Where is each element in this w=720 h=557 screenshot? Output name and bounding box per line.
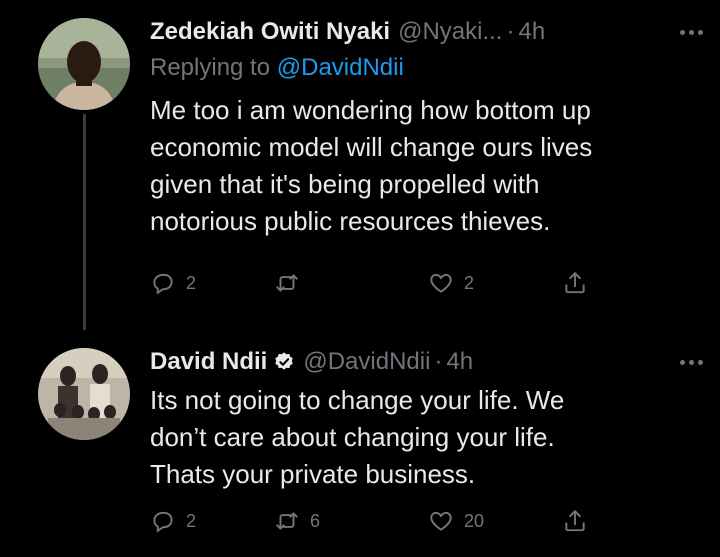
retweet-icon xyxy=(276,274,298,292)
separator-dot: · xyxy=(434,348,443,375)
avatar[interactable] xyxy=(38,18,130,110)
tweet-header: Zedekiah Owiti Nyaki @Nyaki... · 4h xyxy=(150,14,696,50)
retweet-button[interactable] xyxy=(274,268,310,298)
tweet-timestamp[interactable]: 4h xyxy=(446,348,473,376)
author-name[interactable]: Zedekiah Owiti Nyaki xyxy=(150,18,390,46)
share-button[interactable] xyxy=(562,268,588,298)
author-handle[interactable]: @DavidNdii xyxy=(303,348,430,376)
tweet-text: Me too i am wondering how bottom up econ… xyxy=(150,92,660,240)
retweet-count: 6 xyxy=(310,510,321,531)
heart-icon xyxy=(430,511,452,531)
tweet-actions: 2 6 20 xyxy=(150,506,590,536)
tweet-text-line: Thats your private business. xyxy=(150,459,476,489)
tweet-header: David Ndii @DavidNdii · 4h xyxy=(150,344,696,380)
like-count: 2 xyxy=(464,272,475,293)
share-icon xyxy=(565,510,585,532)
tweet-reply[interactable]: Zedekiah Owiti Nyaki @Nyaki... · 4h Repl… xyxy=(0,0,720,330)
more-dots-icon[interactable] xyxy=(676,22,706,42)
replying-to-label: Replying to xyxy=(150,54,271,81)
replying-to-handle-link[interactable]: @DavidNdii xyxy=(277,54,404,81)
reply-count: 2 xyxy=(186,510,197,531)
reply-button[interactable]: 2 xyxy=(150,506,196,536)
like-button[interactable]: 2 xyxy=(428,268,474,298)
avatar[interactable] xyxy=(38,348,130,440)
tweet-content: David Ndii @DavidNdii · 4h Its not going… xyxy=(150,344,696,493)
separator-dot: · xyxy=(506,18,515,45)
verified-badge-icon xyxy=(273,351,295,373)
tweet-reply[interactable]: David Ndii @DavidNdii · 4h Its not going… xyxy=(0,330,720,557)
thread-connector-line xyxy=(83,114,86,330)
author-name[interactable]: David Ndii xyxy=(150,348,267,376)
tweet-text-line: given that it's being propelled with xyxy=(150,169,540,199)
author-handle[interactable]: @Nyaki... xyxy=(398,18,502,46)
tweet-text-line: notorious public resources thieves. xyxy=(150,206,551,236)
reply-button[interactable]: 2 xyxy=(150,268,196,298)
retweet-icon xyxy=(276,512,298,530)
tweet-timestamp[interactable]: 4h xyxy=(518,18,545,46)
share-button[interactable] xyxy=(562,506,588,536)
retweet-button[interactable]: 6 xyxy=(274,506,320,536)
speech-bubble-icon xyxy=(153,273,173,295)
share-icon xyxy=(565,272,585,294)
heart-icon xyxy=(430,273,452,293)
tweet-text-line: don’t care about changing your life. xyxy=(150,422,555,452)
tweet-text: Its not going to change your life. We do… xyxy=(150,382,660,493)
tweet-actions: 2 2 xyxy=(150,268,590,298)
tweet-text-line: economic model will change ours lives xyxy=(150,132,593,162)
more-dots-icon[interactable] xyxy=(676,352,706,372)
replying-to: Replying to @DavidNdii xyxy=(150,54,696,86)
tweet-content: Zedekiah Owiti Nyaki @Nyaki... · 4h Repl… xyxy=(150,14,696,240)
tweet-text-line: Its not going to change your life. We xyxy=(150,385,565,415)
like-count: 20 xyxy=(464,510,485,531)
conversation-thread: Zedekiah Owiti Nyaki @Nyaki... · 4h Repl… xyxy=(0,0,720,557)
like-button[interactable]: 20 xyxy=(428,506,484,536)
speech-bubble-icon xyxy=(153,511,173,533)
reply-count: 2 xyxy=(186,272,197,293)
tweet-text-line: Me too i am wondering how bottom up xyxy=(150,95,591,125)
